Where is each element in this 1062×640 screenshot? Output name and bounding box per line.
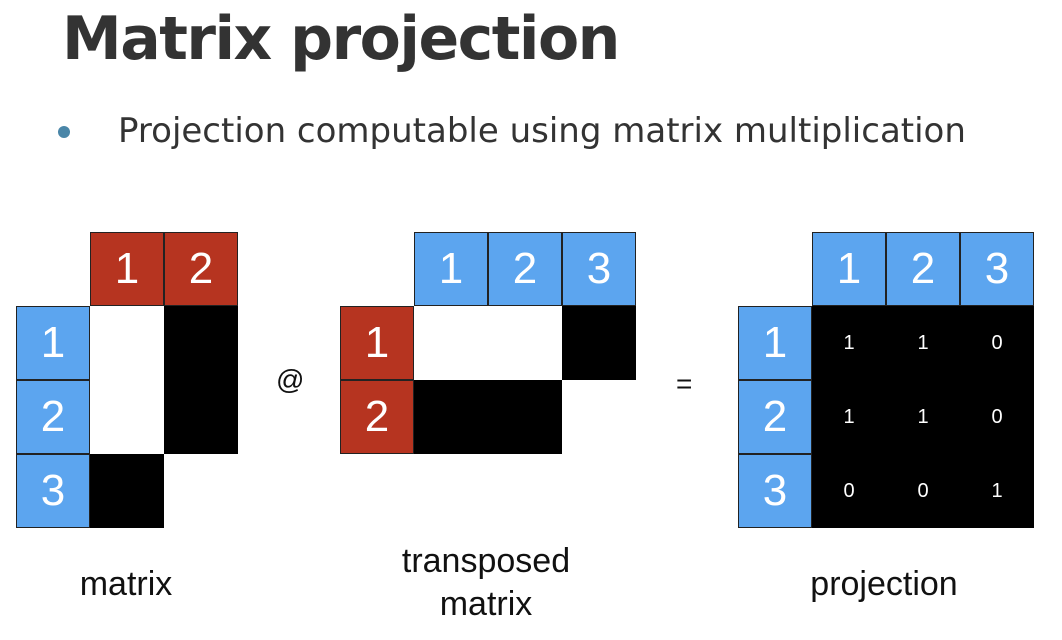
transposed-cell (414, 380, 488, 454)
transposed-cell (488, 380, 562, 454)
projection-value-cell: 0 (960, 306, 1034, 380)
matrix-col-header: 2 (164, 232, 238, 306)
bullet-dot-icon (58, 126, 70, 138)
projection-value-cell: 1 (960, 454, 1034, 528)
projection-row-header: 2 (738, 380, 812, 454)
matrix-cell (90, 380, 164, 454)
transposed-row-header: 2 (340, 380, 414, 454)
transposed-col-header: 1 (414, 232, 488, 306)
projection-value-cell: 1 (812, 306, 886, 380)
projection-caption: projection (810, 565, 958, 603)
slide-title: Matrix projection (62, 4, 620, 74)
transposed-cell (488, 306, 562, 380)
projection-value-cell: 0 (960, 380, 1034, 454)
matrix-row-header: 3 (16, 454, 90, 528)
matrix-cell (90, 306, 164, 380)
projection-value-cell: 1 (812, 380, 886, 454)
transposed-caption-line1: transposed (401, 542, 571, 580)
transposed-cell (414, 306, 488, 380)
projection-col-header: 3 (960, 232, 1034, 306)
equals-operator: = (676, 368, 693, 399)
matmul-operator: @ (276, 364, 305, 395)
matrix-col-header: 1 (90, 232, 164, 306)
transposed-cell (562, 306, 636, 380)
matrix-cell (164, 306, 238, 380)
projection-row-header: 3 (738, 454, 812, 528)
projection-col-header: 2 (886, 232, 960, 306)
projection-row-header: 1 (738, 306, 812, 380)
projection-value-cell: 0 (886, 454, 960, 528)
matrix-cell (90, 454, 164, 528)
bullet-text: Projection computable using matrix multi… (118, 111, 966, 151)
transposed-col-header: 2 (488, 232, 562, 306)
projection-value-cell: 1 (886, 380, 960, 454)
projection-value-cell: 0 (812, 454, 886, 528)
projection-value-cell: 1 (886, 306, 960, 380)
transposed-caption-line2: matrix (439, 585, 533, 623)
matrix-cell (164, 380, 238, 454)
matrix-caption: matrix (79, 565, 173, 603)
transposed-col-header: 3 (562, 232, 636, 306)
matrix-row-header: 2 (16, 380, 90, 454)
matrix-row-header: 1 (16, 306, 90, 380)
projection-col-header: 1 (812, 232, 886, 306)
transposed-row-header: 1 (340, 306, 414, 380)
